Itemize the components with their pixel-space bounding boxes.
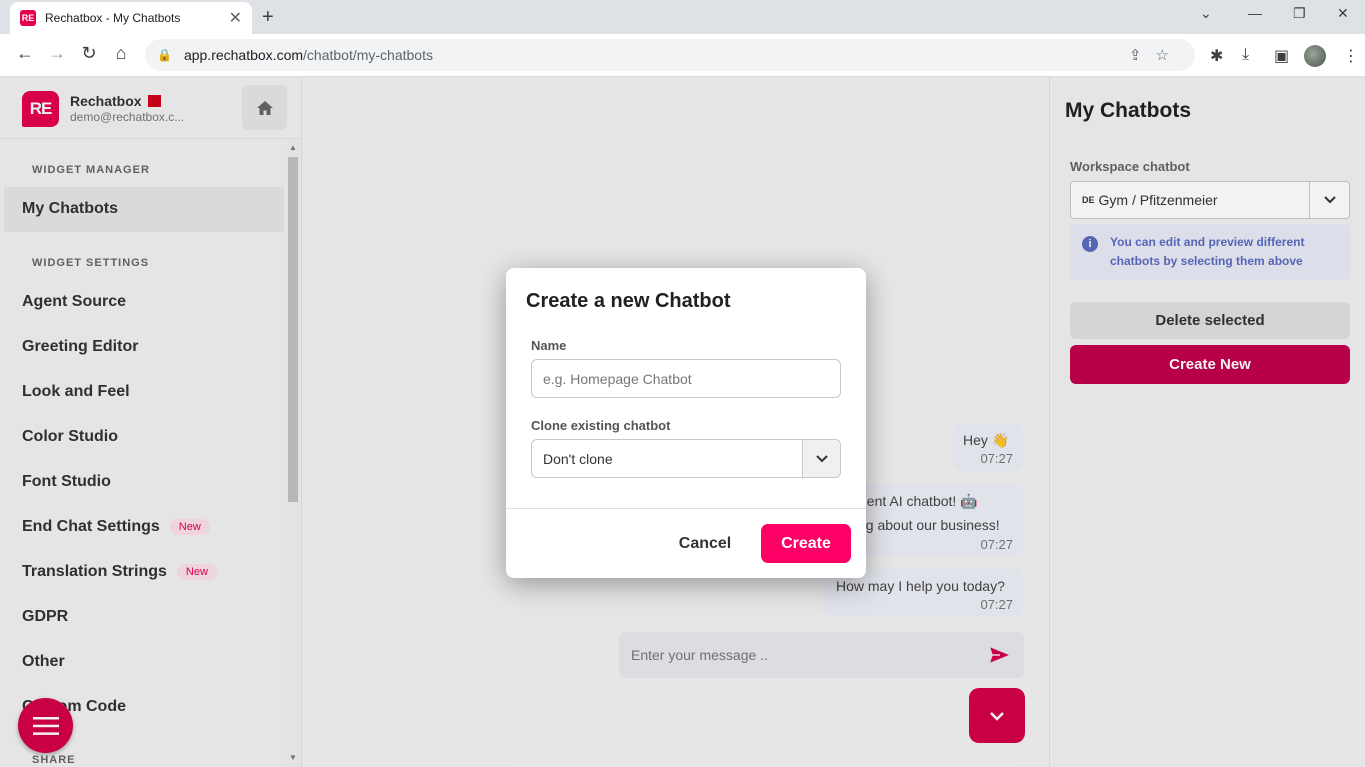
- download-icon[interactable]: ⤓: [1242, 46, 1249, 64]
- profile-avatar[interactable]: [1304, 45, 1326, 67]
- back-icon[interactable]: ←: [13, 43, 37, 64]
- modal-title: Create a new Chatbot: [526, 290, 731, 312]
- sidepanel-icon[interactable]: ▣: [1274, 46, 1289, 66]
- clone-chatbot-select[interactable]: Don't clone: [531, 439, 841, 478]
- tab-title: Rechatbox - My Chatbots: [45, 11, 181, 25]
- kebab-menu-icon[interactable]: ⋮: [1343, 46, 1359, 66]
- minimize-icon[interactable]: —: [1248, 5, 1262, 21]
- chevron-down-icon: [802, 440, 840, 477]
- restore-icon[interactable]: ❐: [1293, 5, 1306, 22]
- tab-search-icon[interactable]: ⌄: [1200, 5, 1212, 22]
- extensions-icon[interactable]: ✱: [1210, 46, 1223, 66]
- modal-divider: [506, 508, 866, 509]
- clone-select-value: Don't clone: [543, 450, 613, 467]
- new-tab-icon[interactable]: +: [262, 6, 274, 29]
- browser-tab-bar: RE Rechatbox - My Chatbots ✕ + ⌄ — ❐ ✕: [0, 0, 1365, 34]
- window-close-icon[interactable]: ✕: [1337, 5, 1349, 22]
- app-page: RE Rechatbox demo@rechatbox.c... WIDGET …: [0, 77, 1365, 767]
- share-bookmark-icons[interactable]: ⇪☆: [1129, 46, 1183, 64]
- address-bar[interactable]: 🔒 app.rechatbox.com /chatbot/my-chatbots…: [145, 39, 1195, 71]
- browser-tab[interactable]: RE Rechatbox - My Chatbots ✕: [10, 2, 252, 34]
- clone-label: Clone existing chatbot: [531, 418, 671, 433]
- cancel-button[interactable]: Cancel: [673, 525, 737, 563]
- name-label: Name: [531, 338, 567, 353]
- reload-icon[interactable]: ↻: [77, 43, 101, 64]
- browser-toolbar: ← → ↻ ⌂ 🔒 app.rechatbox.com /chatbot/my-…: [0, 34, 1365, 77]
- create-button[interactable]: Create: [761, 524, 851, 563]
- url-path: /chatbot/my-chatbots: [303, 47, 433, 63]
- forward-icon[interactable]: →: [45, 43, 69, 64]
- home-browser-icon[interactable]: ⌂: [109, 43, 133, 64]
- url-host: app.rechatbox.com: [183, 47, 304, 63]
- tab-close-icon[interactable]: ✕: [229, 8, 242, 28]
- create-chatbot-modal: Create a new Chatbot Name Clone existing…: [506, 268, 866, 578]
- lock-icon: 🔒: [157, 48, 172, 62]
- favicon-icon: RE: [20, 10, 36, 26]
- chatbot-name-input[interactable]: [531, 359, 841, 398]
